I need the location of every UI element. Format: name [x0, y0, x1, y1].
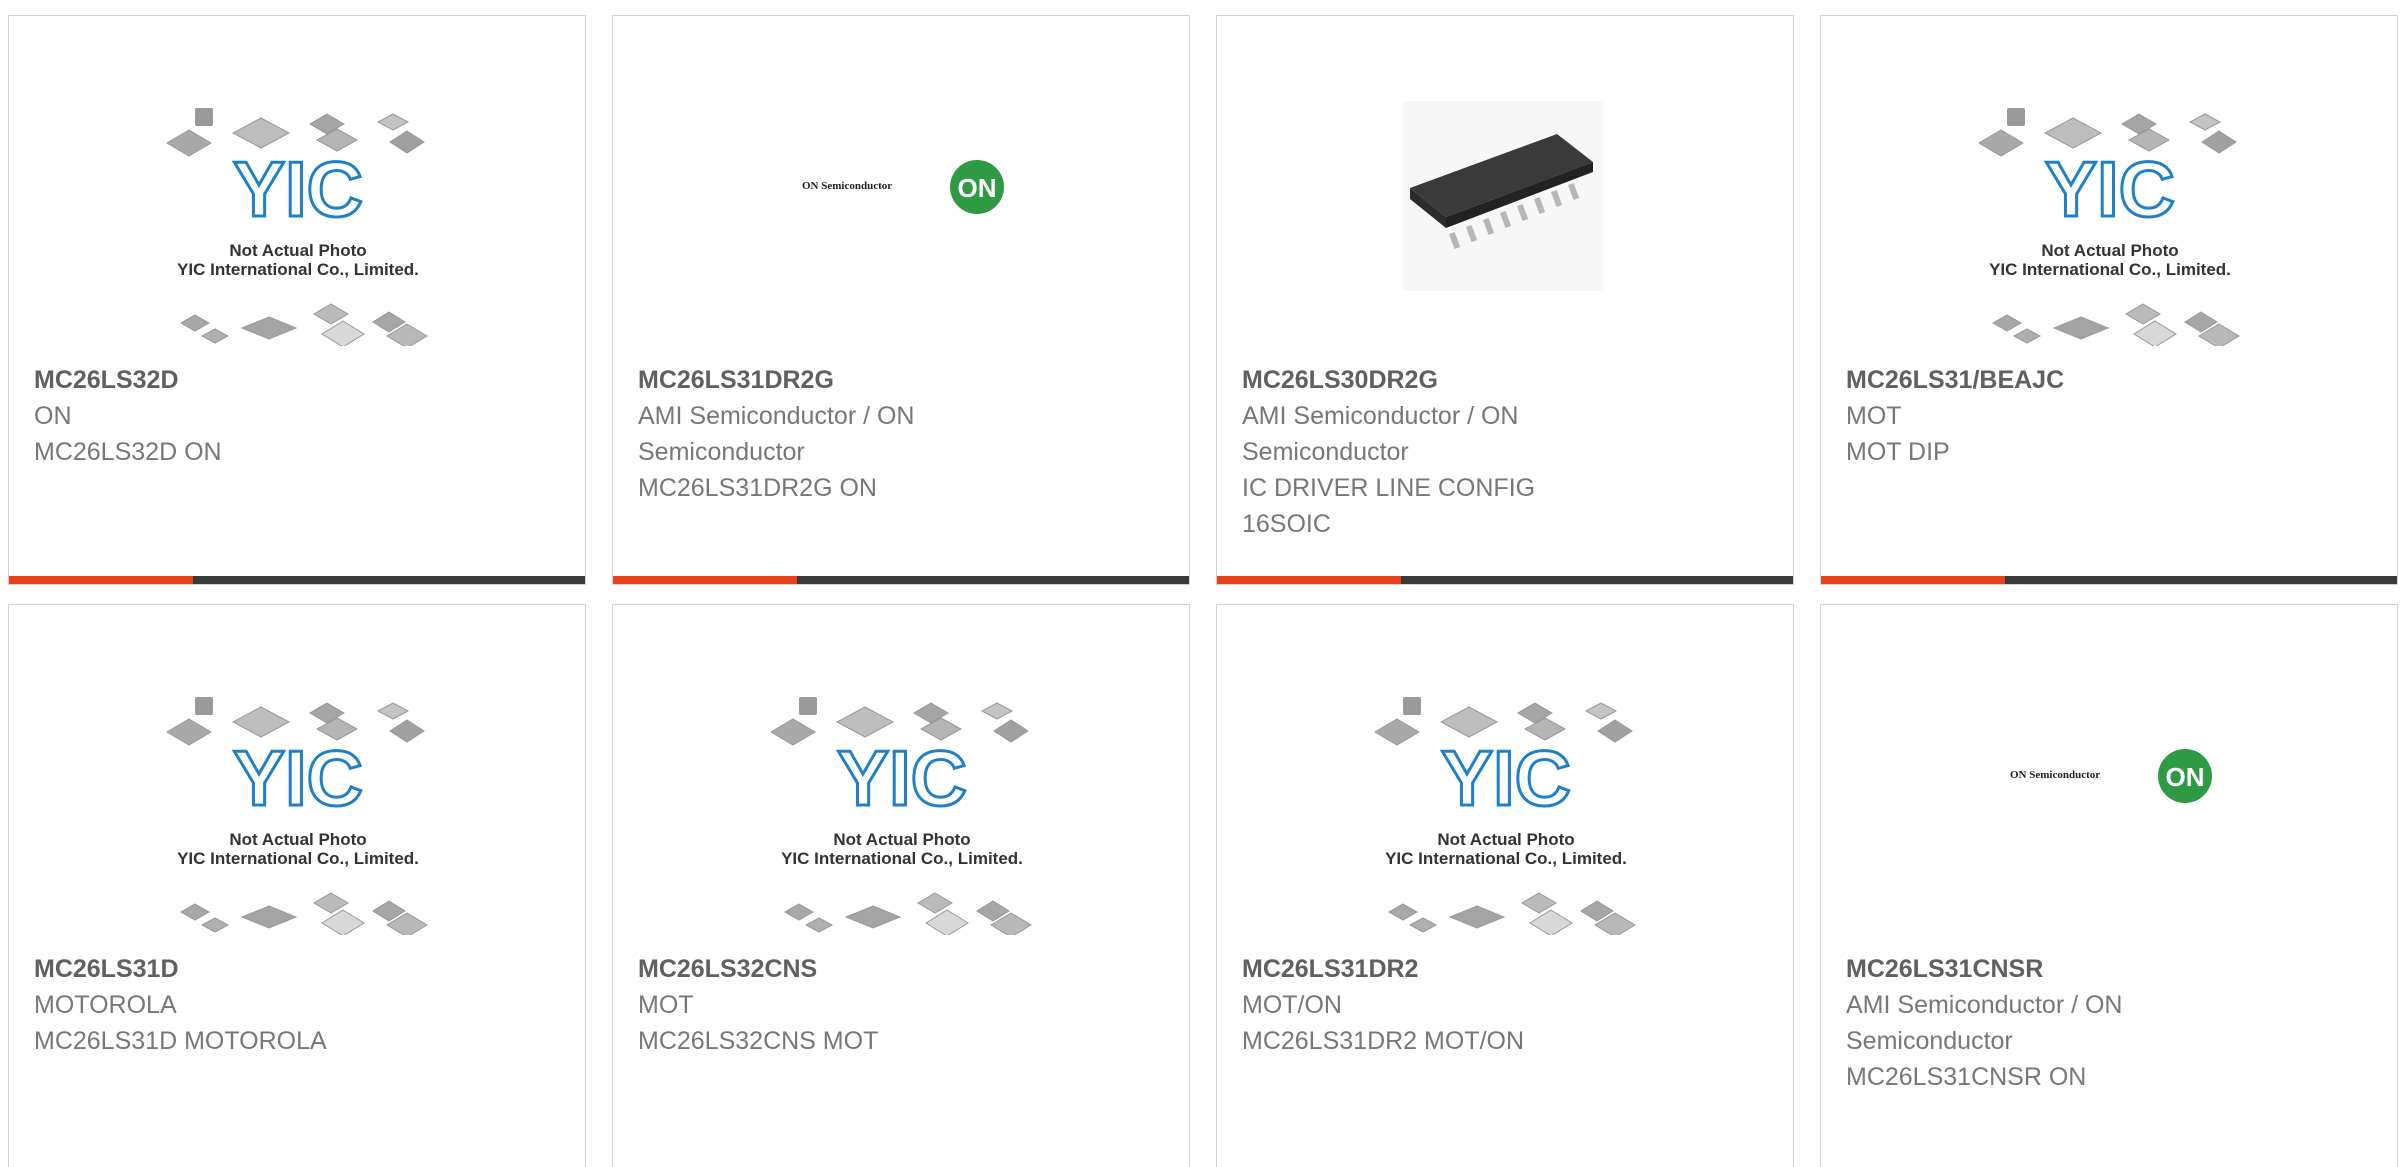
product-part-number[interactable]: MC26LS31D	[34, 951, 464, 987]
product-description: MC26LS32CNS MOT	[638, 1027, 879, 1055]
product-info: MC26LS32CNS MOT MC26LS32CNS MOT	[638, 951, 1068, 1059]
product-info: MC26LS31D MOTOROLA MC26LS31D MOTOROLA	[34, 951, 464, 1059]
product-image-on-logo[interactable]: ON Semiconductor ON	[613, 16, 1189, 346]
svg-text:Not Actual Photo: Not Actual Photo	[2041, 241, 2178, 260]
product-card[interactable]: YIC Not Actual Photo YIC International Co.…	[8, 604, 586, 1167]
svg-text:Not Actual Photo: Not Actual Photo	[833, 830, 970, 849]
product-card[interactable]: YIC Not Actual Photo YIC International Co.…	[1216, 604, 1794, 1167]
card-bottom-bar	[1217, 576, 1793, 584]
product-card[interactable]: YIC Not Actual Photo YIC International Co.…	[1820, 15, 2398, 585]
product-manufacturer: AMI Semiconductor / ON	[1846, 991, 2123, 1019]
product-description: IC DRIVER LINE CONFIG	[1242, 474, 1536, 502]
svg-text:Not Actual Photo: Not Actual Photo	[229, 241, 366, 260]
svg-text:ON Semiconductor: ON Semiconductor	[802, 180, 892, 192]
product-part-number[interactable]: MC26LS31DR2G	[638, 362, 1068, 398]
yic-logo: YIC	[837, 734, 967, 822]
yic-logo: YIC	[1441, 734, 1571, 822]
product-part-number[interactable]: MC26LS31DR2	[1242, 951, 1672, 987]
product-card[interactable]: MC26LS30DR2G AMI Semiconductor / ON Semi…	[1216, 15, 1794, 585]
product-description: MC26LS31CNSR ON	[1846, 1063, 2087, 1091]
product-manufacturer-cont: Semiconductor	[1846, 1027, 2013, 1055]
yic-placeholder-graphic: YIC Not Actual PhotoYIC International Co.…	[770, 697, 1032, 935]
product-part-number[interactable]: MC26LS30DR2G	[1242, 362, 1672, 398]
product-info: MC26LS31CNSR AMI Semiconductor / ON Semi…	[1846, 951, 2276, 1095]
svg-text:ON: ON	[958, 173, 997, 203]
on-semiconductor-logo: ON Semiconductor ON	[802, 160, 1004, 214]
product-image-placeholder[interactable]: YIC Not Actual Photo YIC International Co.…	[9, 16, 585, 346]
svg-text:Not Actual Photo: Not Actual Photo	[229, 830, 366, 849]
svg-text:YIC International Co., Limited: YIC International Co., Limited.	[781, 849, 1023, 868]
product-part-number[interactable]: MC26LS31/BEAJC	[1846, 362, 2276, 398]
product-manufacturer-cont: Semiconductor	[1242, 438, 1409, 466]
card-accent-bar	[613, 576, 797, 584]
product-manufacturer-cont: Semiconductor	[638, 438, 805, 466]
product-card[interactable]: YIC Not Actual Photo YIC International Co.…	[612, 604, 1190, 1167]
product-card[interactable]: ON Semiconductor ON MC26LS31DR2G AMI Semi…	[612, 15, 1190, 585]
product-part-number[interactable]: MC26LS31CNSR	[1846, 951, 2276, 987]
card-accent-bar	[1821, 576, 2005, 584]
card-bottom-bar	[613, 576, 1189, 584]
card-bottom-bar	[9, 576, 585, 584]
card-bottom-bar	[1821, 576, 2397, 584]
product-description: MC26LS31DR2 MOT/ON	[1242, 1027, 1525, 1055]
product-grid: YIC Not Actual Photo YIC International Co.…	[0, 0, 2400, 1167]
product-description: MC26LS31DR2G ON	[638, 474, 877, 502]
product-image-placeholder[interactable]: YIC Not Actual Photo YIC International Co.…	[613, 605, 1189, 935]
product-image-placeholder[interactable]: YIC Not Actual Photo YIC International Co.…	[1821, 16, 2397, 346]
card-accent-bar	[1217, 576, 1401, 584]
soic-chip-icon	[1403, 101, 1603, 291]
product-info: MC26LS31/BEAJC MOT MOT DIP	[1846, 362, 2276, 470]
product-image-soic-chip[interactable]	[1217, 16, 1793, 346]
product-manufacturer: ON	[34, 402, 72, 430]
product-info: MC26LS32D ON MC26LS32D ON	[34, 362, 464, 470]
product-image-placeholder[interactable]: YIC Not Actual Photo YIC International Co.…	[1217, 605, 1793, 935]
product-part-number[interactable]: MC26LS32CNS	[638, 951, 1068, 987]
svg-text:ON: ON	[2166, 762, 2205, 792]
product-description: MC26LS32D ON	[34, 438, 222, 466]
product-info: MC26LS31DR2 MOT/ON MC26LS31DR2 MOT/ON	[1242, 951, 1672, 1059]
card-accent-bar	[9, 576, 193, 584]
svg-text:YIC International Co., Limited: YIC International Co., Limited.	[177, 849, 419, 868]
yic-logo: YIC	[233, 145, 363, 233]
product-image-placeholder[interactable]: YIC Not Actual Photo YIC International Co.…	[9, 605, 585, 935]
product-manufacturer: AMI Semiconductor / ON	[1242, 402, 1519, 430]
product-card[interactable]: ON Semiconductor ON MC26LS31CNSR AMI Semi…	[1820, 604, 2398, 1167]
product-part-number[interactable]: MC26LS32D	[34, 362, 464, 398]
product-description: MC26LS31D MOTOROLA	[34, 1027, 327, 1055]
product-manufacturer: MOT/ON	[1242, 991, 1342, 1019]
yic-placeholder-graphic: YIC Not Actual PhotoYIC International Co.…	[166, 697, 428, 935]
svg-text:YIC International Co., Limited: YIC International Co., Limited.	[1989, 260, 2231, 279]
yic-logo: YIC	[233, 734, 363, 822]
svg-text:YIC International Co., Limited: YIC International Co., Limited.	[177, 260, 419, 279]
product-info: MC26LS30DR2G AMI Semiconductor / ON Semi…	[1242, 362, 1672, 542]
product-card[interactable]: YIC Not Actual Photo YIC International Co.…	[8, 15, 586, 585]
product-manufacturer: MOT	[1846, 402, 1902, 430]
on-semiconductor-logo: ON Semiconductor ON	[2010, 749, 2212, 803]
svg-text:YIC International Co., Limited: YIC International Co., Limited.	[1385, 849, 1627, 868]
svg-text:Not Actual Photo: Not Actual Photo	[1437, 830, 1574, 849]
yic-logo: YIC	[2045, 145, 2175, 233]
yic-placeholder-graphic: YIC Not Actual PhotoYIC International Co.…	[1374, 697, 1636, 935]
product-manufacturer: MOT	[638, 991, 694, 1019]
yic-placeholder-graphic: YIC Not Actual PhotoYIC International Co.…	[166, 108, 428, 346]
svg-text:ON Semiconductor: ON Semiconductor	[2010, 769, 2100, 781]
product-image-on-logo[interactable]: ON Semiconductor ON	[1821, 605, 2397, 935]
product-description-cont: 16SOIC	[1242, 510, 1331, 538]
yic-placeholder-graphic: YIC Not Actual PhotoYIC International Co.…	[1978, 108, 2240, 346]
product-manufacturer: MOTOROLA	[34, 991, 177, 1019]
product-manufacturer: AMI Semiconductor / ON	[638, 402, 915, 430]
product-description: MOT DIP	[1846, 438, 1950, 466]
product-info: MC26LS31DR2G AMI Semiconductor / ON Semi…	[638, 362, 1068, 506]
